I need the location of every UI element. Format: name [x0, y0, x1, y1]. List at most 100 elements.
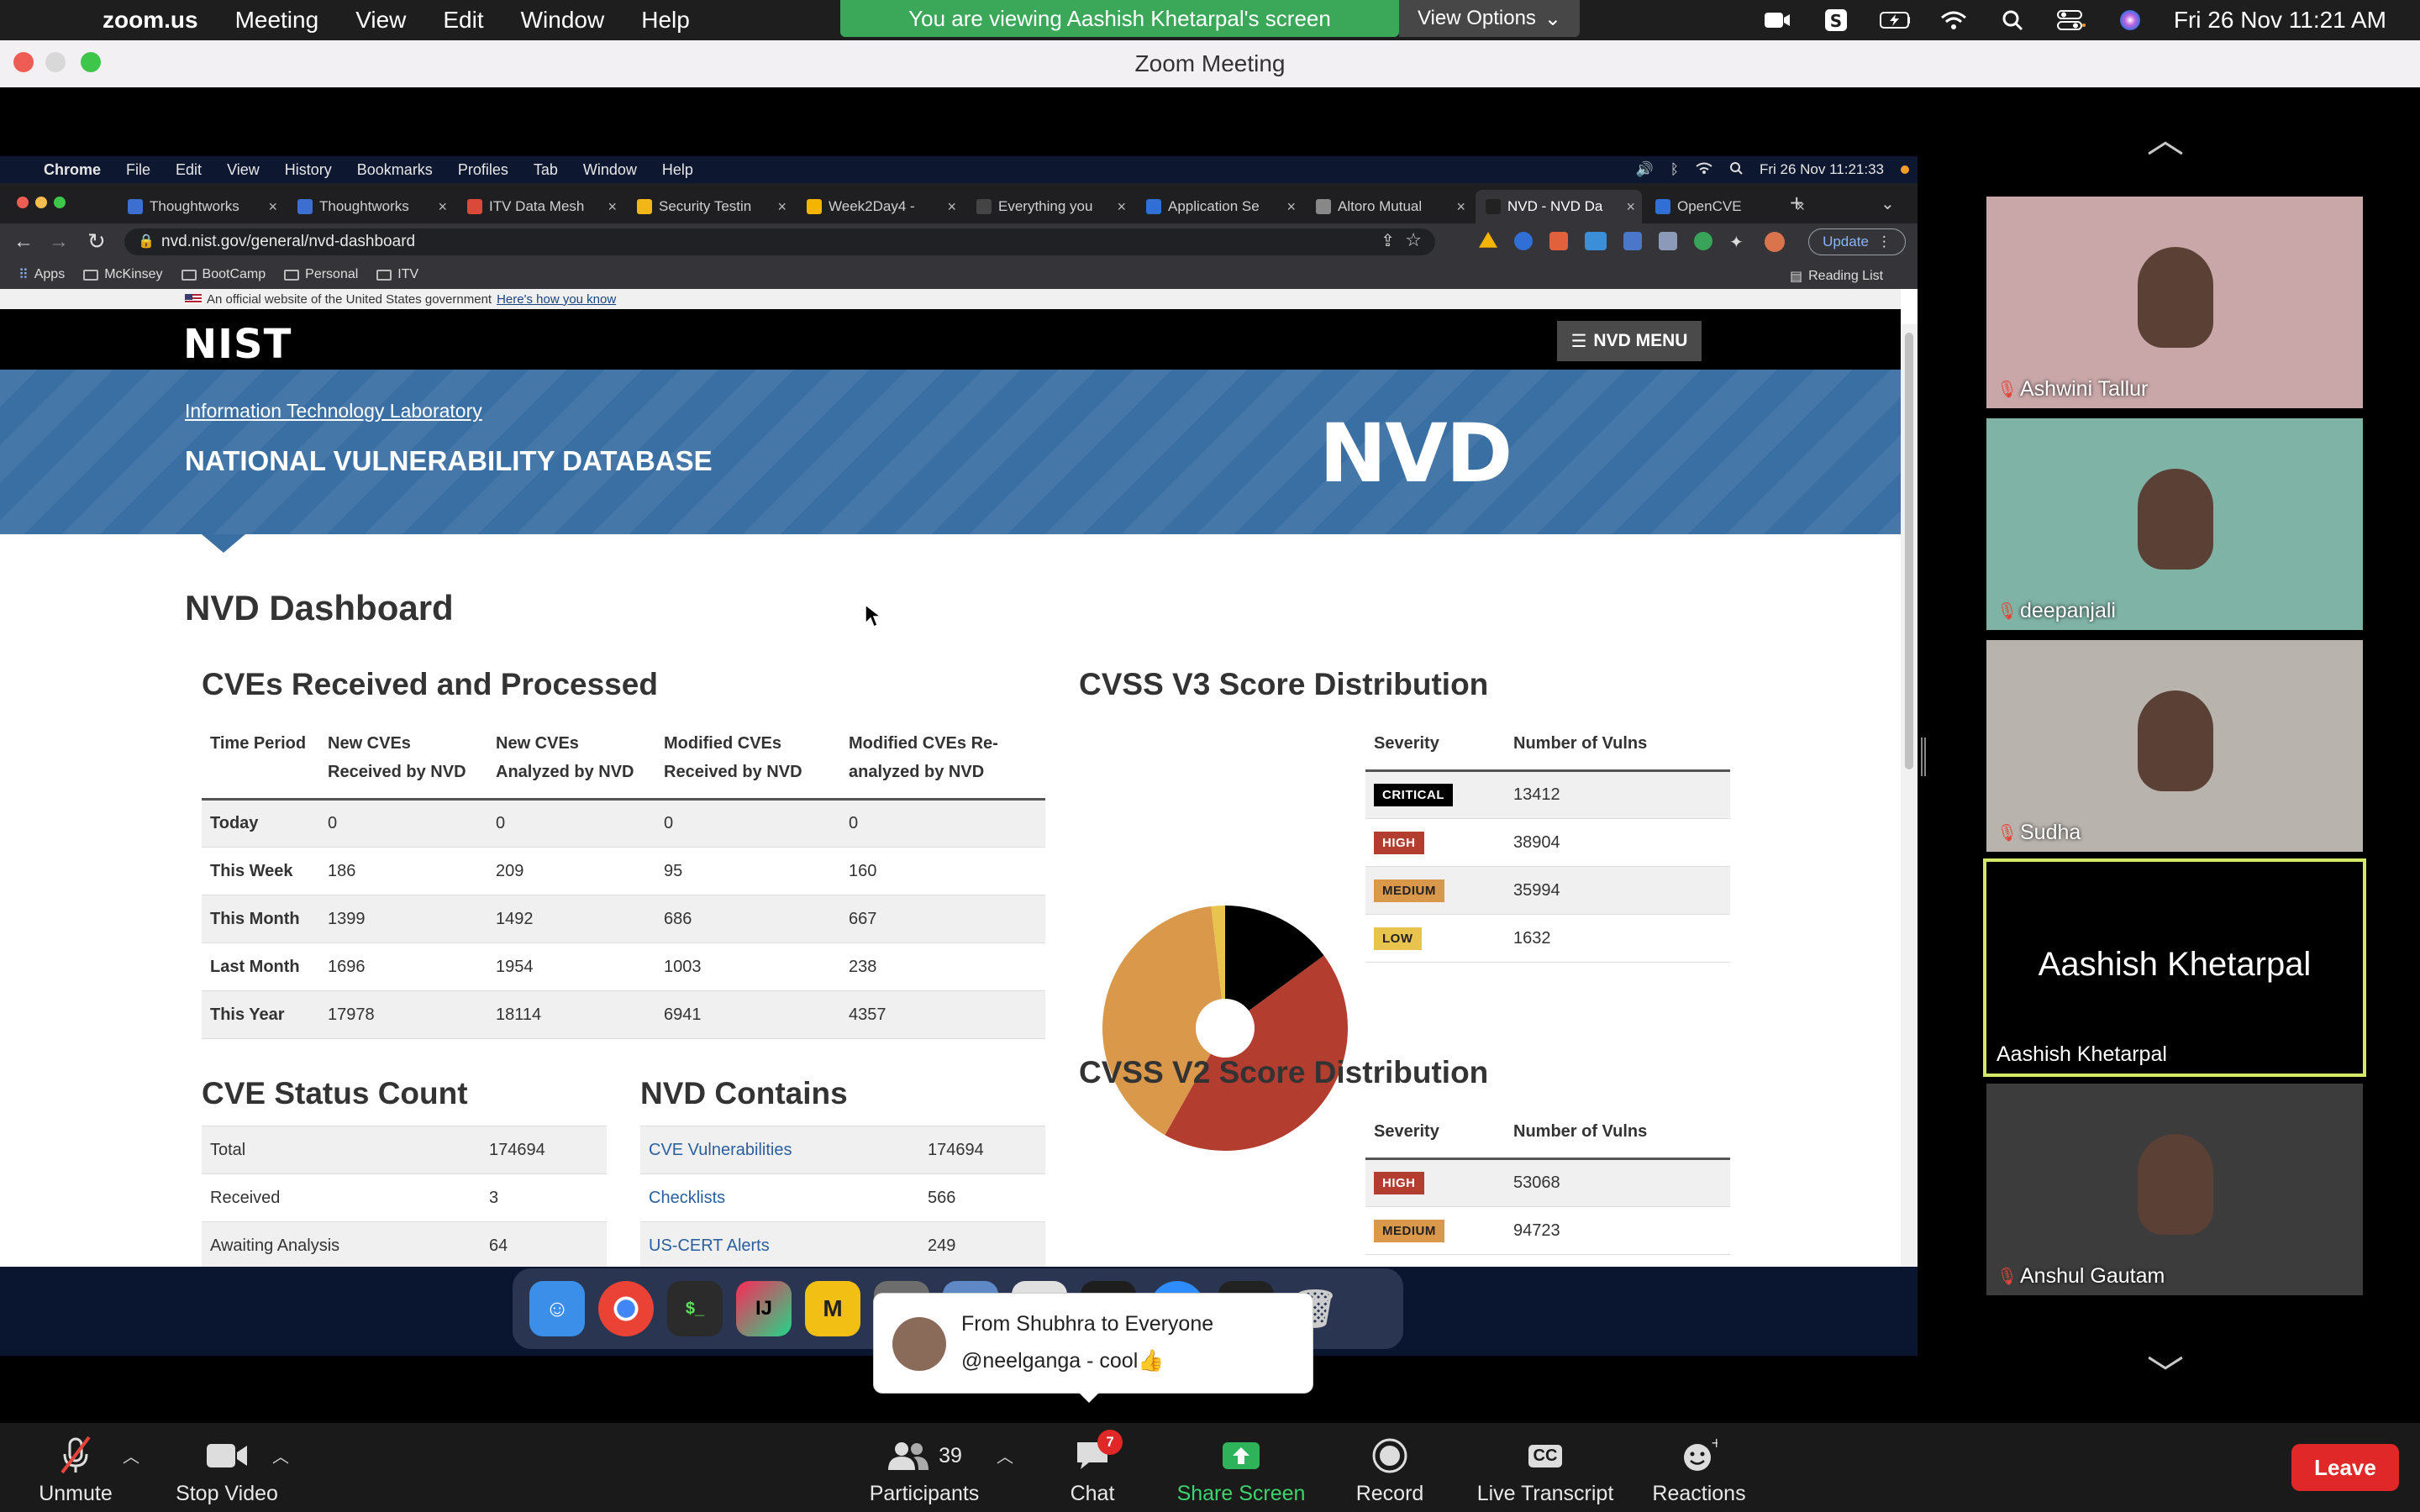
- browser-tab: Application Se ×: [1136, 190, 1302, 223]
- leave-meeting-button[interactable]: Leave: [2291, 1444, 2399, 1491]
- table-cell: 17978: [319, 990, 487, 1039]
- participant-tile[interactable]: 🎙 Anshul Gautam: [1986, 1084, 2363, 1295]
- tab-close-icon: ×: [777, 197, 786, 215]
- screen-share-banner: You are viewing Aashish Khetarpal's scre…: [840, 0, 1399, 37]
- table-cell: MEDIUM: [1365, 866, 1505, 915]
- browser-tab: OpenCVE ×: [1645, 190, 1812, 223]
- browser-tab: Week2Day4 - ×: [797, 190, 963, 223]
- control-center-icon[interactable]: [2056, 8, 2086, 33]
- chat-notification[interactable]: From Shubhra to Everyone @neelganga - co…: [874, 1294, 1313, 1393]
- menu-app-zoom[interactable]: zoom.us: [84, 7, 217, 34]
- siri-icon[interactable]: [2115, 8, 2145, 33]
- table-cell: Total: [202, 1126, 481, 1174]
- chat-button[interactable]: 7 Chat: [1050, 1430, 1134, 1506]
- menu-window[interactable]: Window: [502, 7, 623, 34]
- record-button[interactable]: Record: [1346, 1435, 1434, 1506]
- participant-tile[interactable]: 🎙 Ashwini Tallur: [1986, 197, 2363, 408]
- reading-list-label: Reading List: [1808, 269, 1884, 283]
- table-cell: 566: [919, 1173, 1045, 1222]
- table-cell: Received: [202, 1173, 481, 1222]
- view-options-button[interactable]: View Options ⌄: [1399, 0, 1580, 37]
- shared-menu-item: Bookmarks: [356, 160, 433, 178]
- table-row: HIGH 53068: [1365, 1158, 1730, 1207]
- table-row: This Week 186 209 95 160: [202, 847, 1045, 895]
- wifi-icon[interactable]: [1939, 8, 1969, 33]
- table-cell: 0: [487, 799, 655, 848]
- menu-view[interactable]: View: [337, 7, 424, 34]
- shared-screen[interactable]: Chrome File Edit View History Bookmarks …: [0, 156, 1918, 1267]
- participants-button[interactable]: 39 Participants: [865, 1435, 983, 1506]
- unmute-button[interactable]: Unmute: [34, 1435, 118, 1506]
- audio-options-caret-icon[interactable]: ︿: [123, 1443, 139, 1467]
- video-options-caret-icon[interactable]: ︿: [272, 1443, 289, 1467]
- tab-label: Thoughtworks: [150, 198, 239, 214]
- share-screen-button[interactable]: Share Screen: [1170, 1435, 1313, 1506]
- nvd-contains-link: CVE Vulnerabilities: [640, 1126, 919, 1174]
- table-cell: 249: [919, 1221, 1045, 1267]
- bookmark-folder: BootCamp: [181, 267, 266, 282]
- table-cell: 174694: [919, 1126, 1045, 1174]
- tab-label: OpenCVE: [1677, 198, 1742, 214]
- menu-edit[interactable]: Edit: [424, 7, 502, 34]
- participants-caret-icon[interactable]: ︿: [997, 1443, 1013, 1467]
- menu-help[interactable]: Help: [623, 7, 708, 34]
- live-transcript-button[interactable]: CC Live Transcript: [1472, 1435, 1618, 1506]
- cvss-v2-table: Severity Number of Vulns HIGH 53068 MEDIUM 9…: [1365, 1110, 1730, 1255]
- zoom-window-titlebar: Zoom Meeting: [0, 40, 2420, 87]
- tab-favicon-icon: [467, 199, 482, 214]
- address-bar: 🔒 nvd.nist.gov/general/nvd-dashboard ⇪ ☆: [124, 228, 1435, 255]
- video-camera-icon: [168, 1435, 286, 1477]
- muted-mic-icon: 🎙: [1996, 1268, 2018, 1286]
- bookmark-folder: Personal: [284, 267, 358, 282]
- participants-icon: [888, 1442, 929, 1470]
- close-window-button[interactable]: [13, 52, 34, 72]
- browser-tab: Thoughtworks ×: [287, 190, 454, 223]
- severity-badge: LOW: [1374, 927, 1422, 950]
- minimize-window-button[interactable]: [45, 52, 66, 72]
- chat-notification-tail: [1076, 1389, 1102, 1403]
- reactions-label: Reactions: [1652, 1482, 1746, 1505]
- menu-bar-clock[interactable]: Fri 26 Nov 11:21 AM: [2174, 7, 2386, 34]
- share-screen-label: Share Screen: [1176, 1482, 1306, 1505]
- tab-favicon-icon: [807, 199, 822, 214]
- active-speaker-name: Aashish Khetarpal: [2038, 946, 2312, 983]
- table-cell: LOW: [1365, 914, 1505, 963]
- hamburger-icon: ☰: [1570, 331, 1587, 351]
- participant-tile[interactable]: 🎙 Sudha: [1986, 640, 2363, 852]
- search-icon[interactable]: [1997, 8, 2028, 33]
- gallery-scroll-up-icon[interactable]: ︿: [2147, 109, 2184, 163]
- table-cell: This Year: [202, 990, 319, 1039]
- battery-charging-icon[interactable]: [1879, 8, 1910, 33]
- page-scrollbar: [1901, 324, 1918, 1267]
- update-label: Update: [1823, 234, 1869, 249]
- table-cell: 174694: [481, 1126, 607, 1174]
- gallery-resize-handle[interactable]: [1921, 738, 1926, 776]
- participant-tile[interactable]: Aashish Khetarpal Aashish Khetarpal: [1983, 858, 2366, 1077]
- zoom-video-icon[interactable]: [1762, 8, 1792, 33]
- page-scrollbar-thumb: [1905, 333, 1913, 769]
- contains-table: CVE Vulnerabilities 174694 Checklists 566 US…: [640, 1126, 1045, 1267]
- svg-text:+: +: [1711, 1437, 1718, 1451]
- browser-tab: Altoro Mutual ×: [1306, 190, 1472, 223]
- menu-meeting[interactable]: Meeting: [217, 7, 338, 34]
- chrome-update-button: Update ⋮: [1808, 228, 1906, 255]
- participant-video: [2138, 247, 2213, 348]
- extension-icon: [1623, 232, 1642, 250]
- browser-tab: Everything you ×: [966, 190, 1133, 223]
- gallery-scroll-down-icon[interactable]: ﹀: [2147, 1344, 2184, 1398]
- tab-close-icon: ×: [947, 197, 956, 215]
- table-cell: 18114: [487, 990, 655, 1039]
- s-app-icon[interactable]: S: [1821, 8, 1851, 33]
- zoom-window-title: Zoom Meeting: [1134, 50, 1286, 76]
- fullscreen-window-button[interactable]: [81, 52, 101, 72]
- stop-video-button[interactable]: Stop Video: [168, 1435, 286, 1506]
- extension-icons: ✦: [1479, 232, 1785, 252]
- tab-label: NVD - NVD Da: [1507, 198, 1603, 214]
- shared-status-area: 🔊 ᛒ Fri 26 Nov 11:21:33: [1636, 156, 1909, 183]
- record-icon: [1346, 1435, 1434, 1477]
- bookmarks-bar: ⠿ Apps McKinsey BootCamp Personal ITV ▤ Re…: [0, 260, 1918, 289]
- forward-arrow-icon: →: [49, 230, 69, 253]
- participants-label: Participants: [869, 1482, 980, 1505]
- participant-tile[interactable]: 🎙 deepanjali: [1986, 418, 2363, 630]
- reactions-button[interactable]: + Reactions: [1647, 1435, 1751, 1506]
